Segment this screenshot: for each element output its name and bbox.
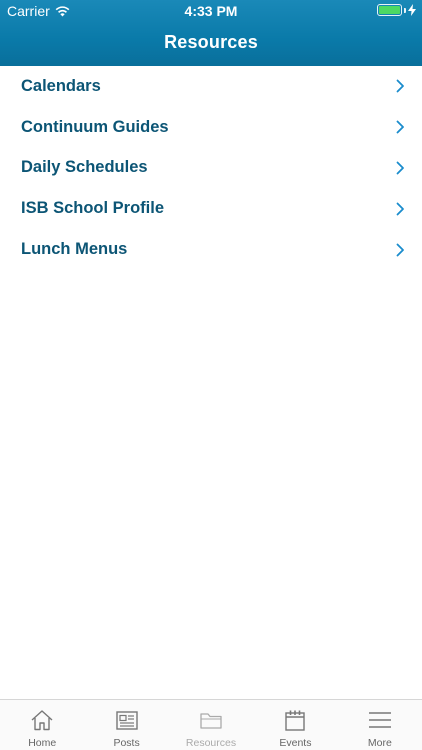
tab-home[interactable]: Home xyxy=(0,700,84,750)
battery-fill xyxy=(379,6,400,14)
battery-icon xyxy=(377,4,402,16)
resources-list: Calendars Continuum Guides Daily Schedul… xyxy=(0,66,422,270)
status-time: 4:33 PM xyxy=(184,3,238,19)
home-icon xyxy=(31,710,53,731)
tab-events[interactable]: Events xyxy=(253,700,337,750)
chevron-right-icon xyxy=(396,120,404,134)
tab-resources[interactable]: Resources xyxy=(169,700,253,750)
resource-label: Calendars xyxy=(21,76,101,95)
resource-row-school-profile[interactable]: ISB School Profile xyxy=(0,188,422,229)
page-title: Resources xyxy=(164,32,258,52)
chevron-right-icon xyxy=(396,243,404,256)
battery-nub xyxy=(404,7,406,13)
resource-row-continuum-guides[interactable]: Continuum Guides xyxy=(0,107,422,148)
resource-label: Daily Schedules xyxy=(21,158,148,177)
tab-label: Events xyxy=(279,737,312,749)
tab-bar: Home Posts Resources Events More xyxy=(0,699,422,750)
newspaper-icon xyxy=(115,711,138,730)
resource-row-lunch-menus[interactable]: Lunch Menus xyxy=(0,229,422,270)
chevron-right-icon xyxy=(396,161,404,175)
tab-label: Resources xyxy=(185,737,237,749)
menu-icon xyxy=(368,712,391,728)
tab-label: More xyxy=(367,737,392,749)
battery-indicator xyxy=(377,4,416,16)
status-bar: Carrier 4:33 PM xyxy=(0,0,422,22)
calendar-icon xyxy=(285,710,306,731)
resource-row-calendars[interactable]: Calendars xyxy=(0,66,422,107)
resource-label: Lunch Menus xyxy=(21,240,128,259)
charging-bolt-icon xyxy=(408,4,416,16)
resource-label: Continuum Guides xyxy=(21,117,169,136)
tab-posts[interactable]: Posts xyxy=(84,700,168,750)
nav-header: Carrier 4:33 PM Resources xyxy=(0,0,422,66)
tab-label: Home xyxy=(28,737,57,749)
resource-row-daily-schedules[interactable]: Daily Schedules xyxy=(0,148,422,189)
chevron-right-icon xyxy=(396,202,404,216)
tab-more[interactable]: More xyxy=(338,700,422,750)
tab-label: Posts xyxy=(113,737,140,749)
folder-icon xyxy=(200,713,222,729)
chevron-right-icon xyxy=(396,79,404,93)
resource-label: ISB School Profile xyxy=(21,199,165,218)
